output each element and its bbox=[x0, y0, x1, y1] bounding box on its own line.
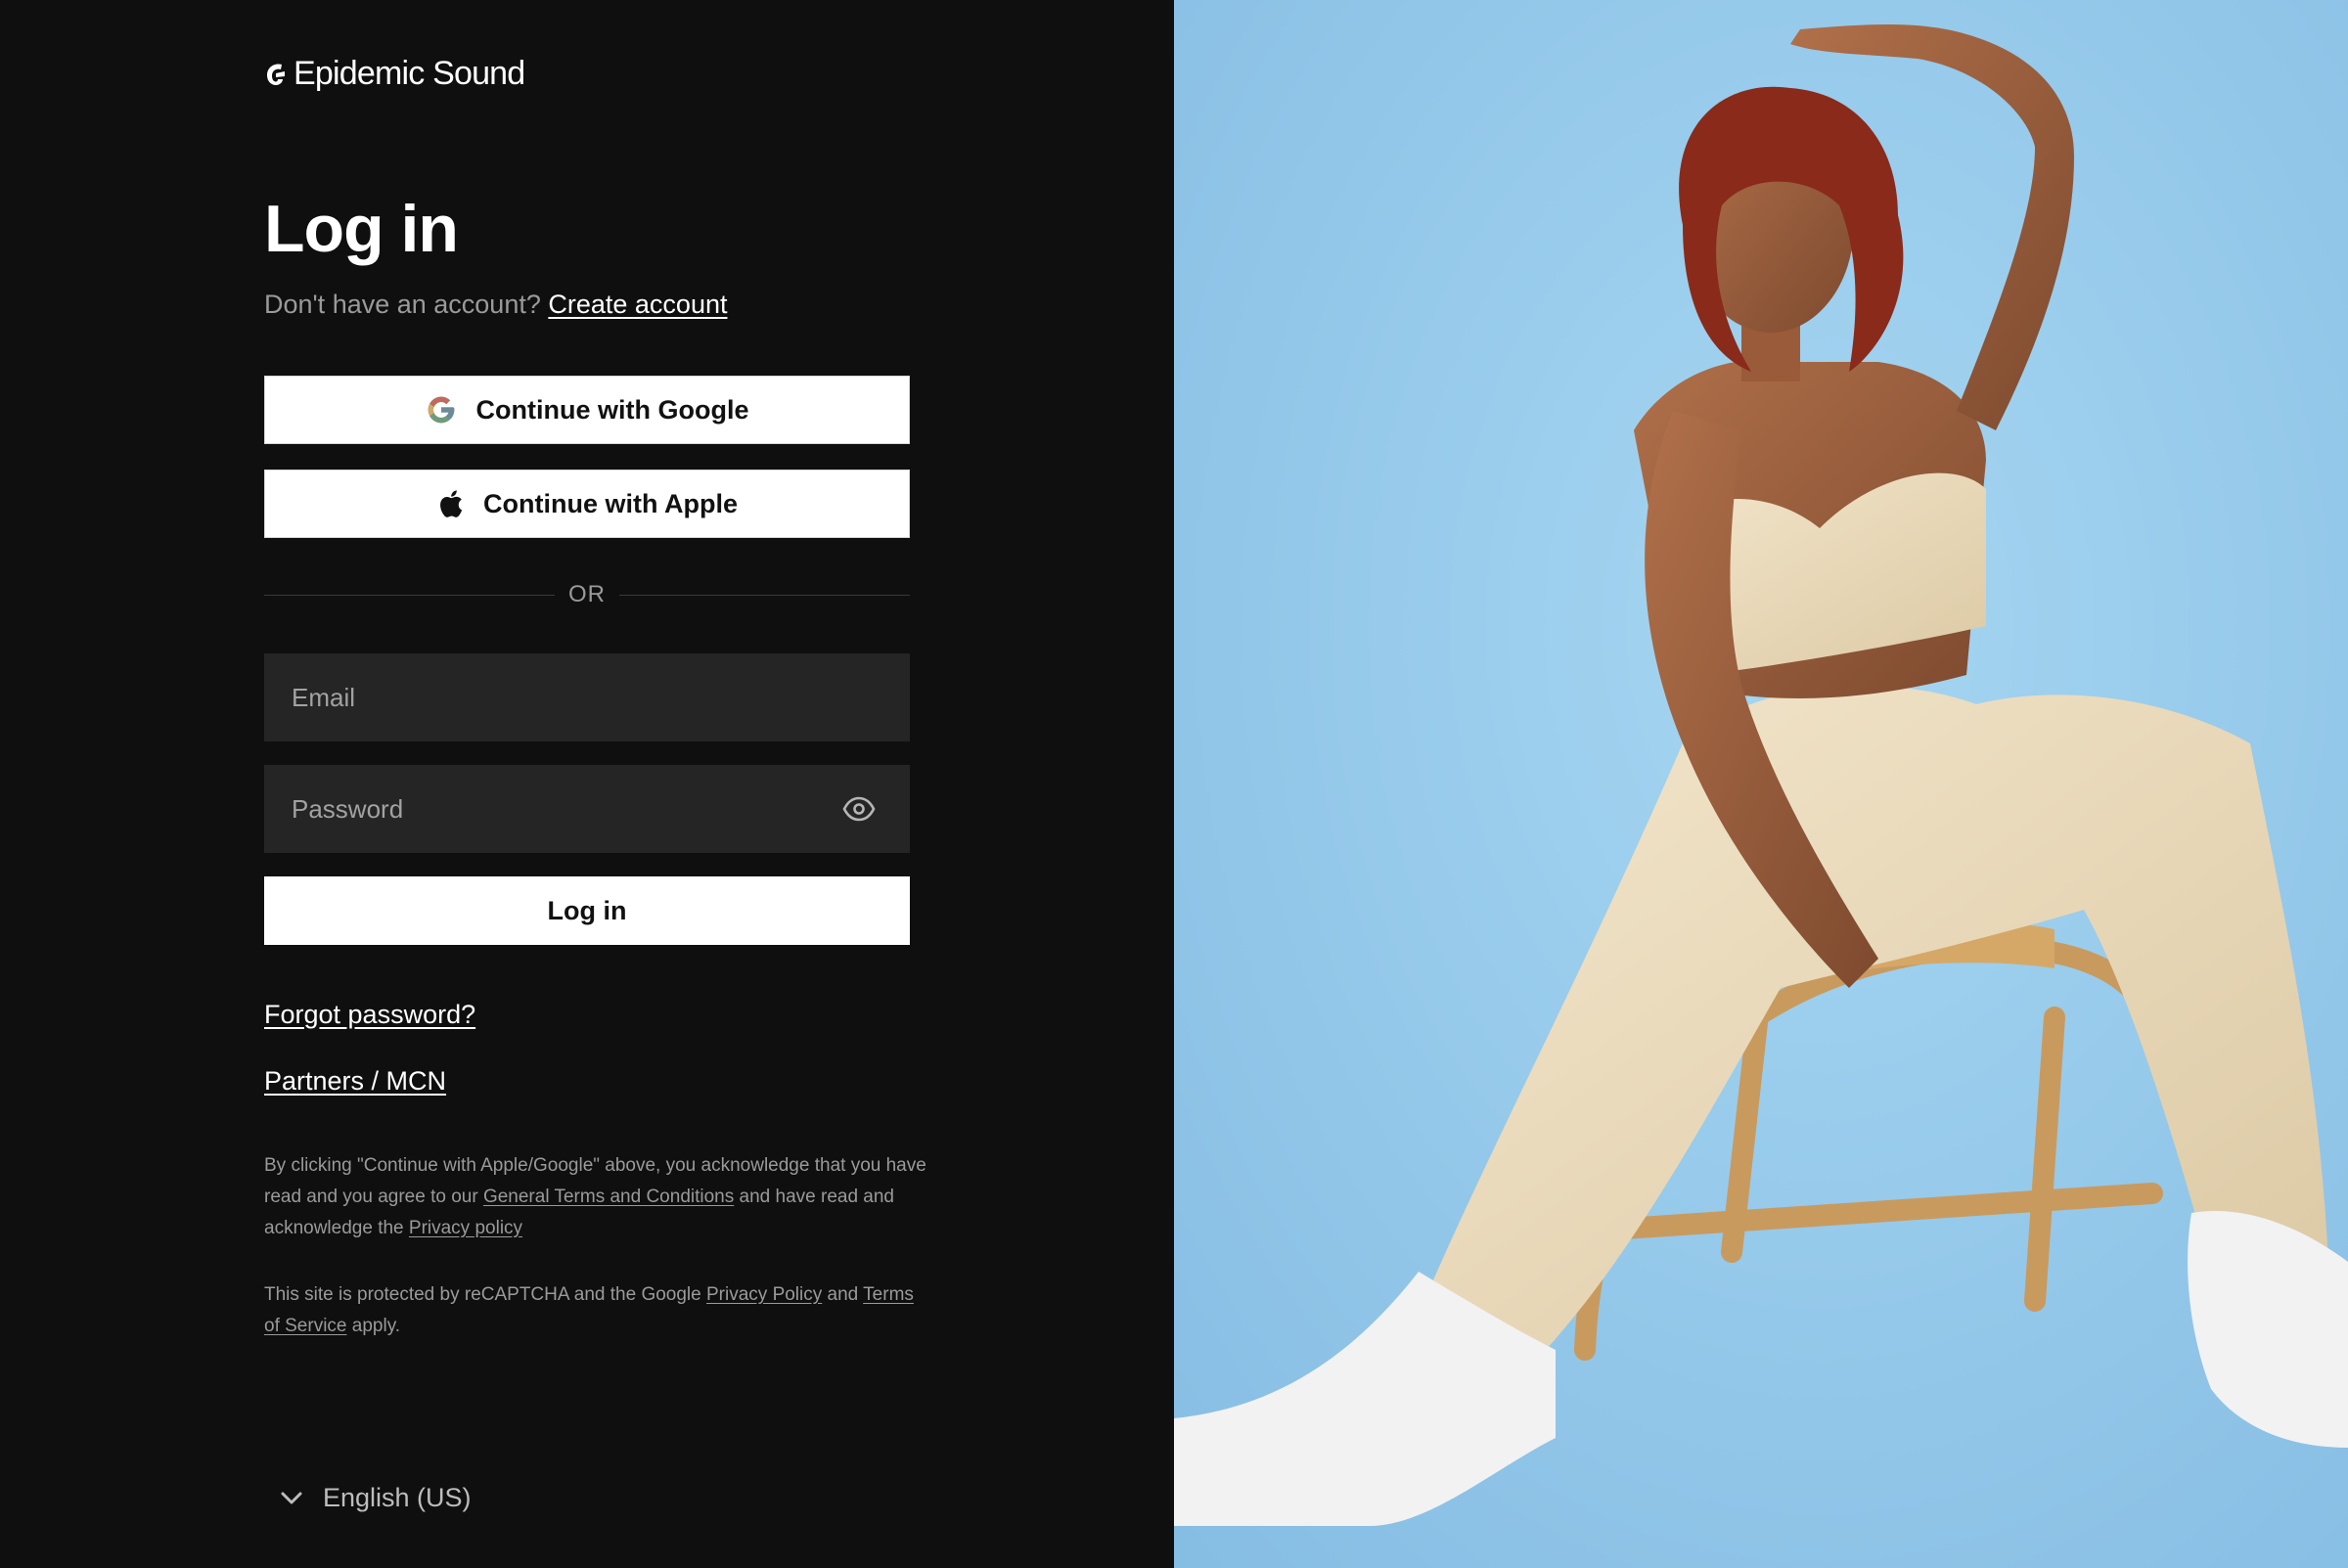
or-divider: OR bbox=[264, 575, 910, 614]
eye-icon[interactable] bbox=[841, 792, 877, 826]
divider-line-left bbox=[264, 594, 555, 596]
language-label: English (US) bbox=[323, 1483, 472, 1512]
recaptcha-text-part2: and bbox=[827, 1284, 859, 1305]
page-title: Log in bbox=[264, 192, 459, 266]
no-account-text: Don't have an account? bbox=[264, 290, 541, 319]
divider-text: OR bbox=[568, 581, 606, 607]
epidemic-sound-logo-icon bbox=[267, 64, 285, 85]
privacy-policy-link[interactable]: Privacy policy bbox=[409, 1218, 522, 1238]
divider-line-right bbox=[619, 594, 910, 596]
continue-with-apple-button[interactable]: Continue with Apple bbox=[264, 470, 910, 538]
apple-button-label: Continue with Apple bbox=[483, 488, 738, 518]
brand-name: Epidemic Sound bbox=[294, 55, 525, 92]
login-page: Epidemic Sound Log in Don't have an acco… bbox=[0, 0, 2348, 1568]
general-terms-link[interactable]: General Terms and Conditions bbox=[483, 1187, 734, 1207]
password-field-wrapper bbox=[264, 765, 910, 853]
chevron-down-icon bbox=[281, 1492, 302, 1503]
password-field[interactable] bbox=[264, 765, 910, 853]
continue-with-google-button[interactable]: Continue with Google bbox=[264, 376, 910, 444]
login-submit-button[interactable]: Log in bbox=[264, 876, 910, 945]
apple-icon bbox=[436, 488, 464, 519]
hero-photo-model-on-chair bbox=[1174, 0, 2348, 1568]
google-icon bbox=[426, 394, 457, 426]
email-field[interactable] bbox=[264, 653, 910, 741]
partners-mcn-link[interactable]: Partners / MCN bbox=[264, 1066, 446, 1097]
recaptcha-notice: This site is protected by reCAPTCHA and … bbox=[264, 1279, 929, 1342]
login-panel: Epidemic Sound Log in Don't have an acco… bbox=[0, 0, 1174, 1568]
sso-consent-text: By clicking "Continue with Apple/Google"… bbox=[264, 1150, 929, 1244]
language-selector[interactable]: English (US) bbox=[280, 1483, 472, 1513]
hero-image-panel bbox=[1174, 0, 2348, 1568]
google-privacy-policy-link[interactable]: Privacy Policy bbox=[706, 1284, 822, 1305]
google-button-label: Continue with Google bbox=[475, 394, 749, 425]
recaptcha-text-part1: This site is protected by reCAPTCHA and … bbox=[264, 1284, 701, 1305]
brand-logo[interactable]: Epidemic Sound bbox=[264, 55, 525, 93]
signup-prompt: Don't have an account? Create account bbox=[264, 290, 727, 320]
forgot-password-link[interactable]: Forgot password? bbox=[264, 1000, 475, 1030]
recaptcha-text-part3: apply. bbox=[351, 1316, 401, 1336]
create-account-link[interactable]: Create account bbox=[548, 290, 727, 319]
